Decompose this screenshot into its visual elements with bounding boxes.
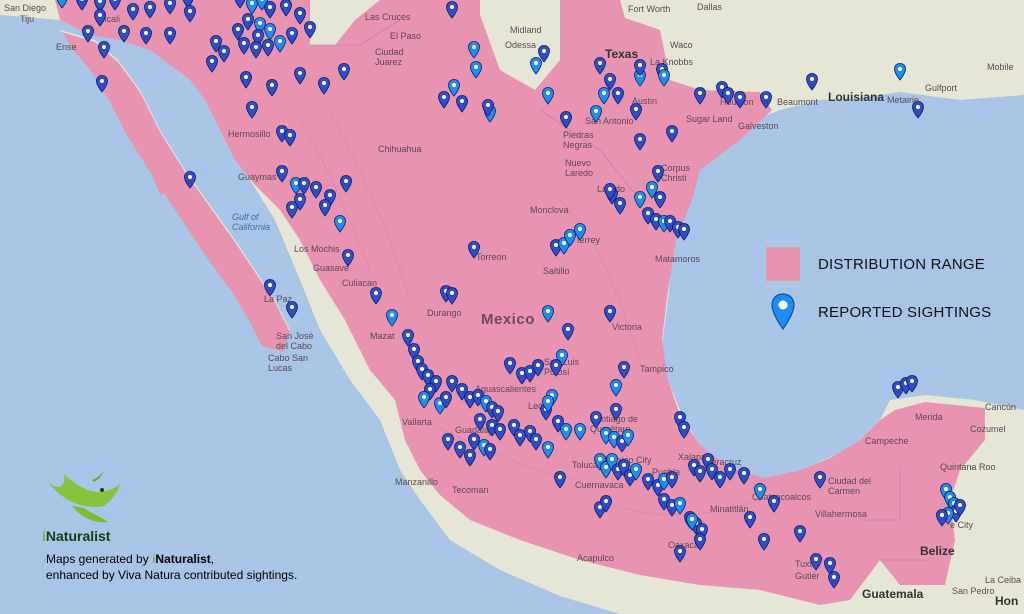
label-matamoros: Matamoros xyxy=(655,254,701,264)
label-ensenada: Ense xyxy=(56,42,77,52)
label-fort-worth: Fort Worth xyxy=(628,4,670,14)
label-texas: Texas xyxy=(605,47,638,61)
label-saltillo: Saltillo xyxy=(543,266,570,276)
label-chihuahua: Chihuahua xyxy=(378,144,422,154)
label-belize: Belize xyxy=(920,544,955,558)
label-guatemala: Guatemala xyxy=(862,587,924,601)
credit-brand: iNaturalist xyxy=(152,552,211,566)
label-gulf-of-california: Gulf of California xyxy=(232,212,270,232)
label-monclova: Monclova xyxy=(530,205,569,215)
map-view[interactable]: San Diego Tiju Ense exicali Las Cruces E… xyxy=(0,0,1024,614)
label-victoria: Victoria xyxy=(612,322,642,332)
label-san-pedro-sula: San Pedro xyxy=(952,586,995,596)
label-villahermosa: Villahermosa xyxy=(815,509,867,519)
label-galveston: Galveston xyxy=(738,121,779,131)
sighting-pin[interactable] xyxy=(678,223,690,241)
label-hermosillo: Hermosillo xyxy=(228,129,271,139)
map-legend: DISTRIBUTION RANGE REPORTED SIGHTINGS xyxy=(766,240,991,336)
label-torreon: Torreon xyxy=(476,252,507,262)
label-tijuana: Tiju xyxy=(20,14,34,24)
label-midland: Midland xyxy=(510,25,542,35)
label-nuevo-laredo: Nuevo Laredo xyxy=(565,158,593,178)
legend-label-distribution: DISTRIBUTION RANGE xyxy=(818,255,985,273)
brand-name: iNaturalist xyxy=(42,528,111,544)
label-acapulco: Acapulco xyxy=(577,553,614,563)
legend-row-sightings: REPORTED SIGHTINGS xyxy=(766,288,991,336)
bird-leaf-icon xyxy=(48,470,120,523)
credit-line-2: enhanced by Viva Natura contributed sigh… xyxy=(46,568,298,582)
label-gulfport: Gulfport xyxy=(925,83,958,93)
label-campeche: Campeche xyxy=(865,436,909,446)
label-cozumel: Cozumel xyxy=(970,424,1006,434)
label-quintana-roo: Quintana Roo xyxy=(940,462,996,472)
label-dallas: Dallas xyxy=(697,2,723,12)
label-minatitlan: Minatitlán xyxy=(710,504,749,514)
label-manzanillo: Manzanillo xyxy=(395,477,438,487)
credit-line-1: Maps generated by iNaturalist, xyxy=(46,552,215,566)
label-los-mochis: Los Mochis xyxy=(294,244,340,254)
label-guaymas: Guaymas xyxy=(238,172,277,182)
label-cancun: Cancún xyxy=(985,402,1016,412)
label-durango: Durango xyxy=(427,308,462,318)
legend-row-distribution: DISTRIBUTION RANGE xyxy=(766,240,991,288)
label-ciudad-juarez: Ciudad Juarez xyxy=(375,47,404,67)
label-belize-city: e City xyxy=(950,520,974,530)
label-puerto-vallarta: Vallarta xyxy=(402,417,432,427)
label-la-ceiba: La Ceiba xyxy=(985,575,1021,585)
label-sugar-land: Sugar Land xyxy=(686,114,733,124)
label-cabo-san-lucas: Cabo San Lucas xyxy=(268,353,308,373)
label-cuernavaca: Cuernavaca xyxy=(575,480,624,490)
label-toluca: Toluca xyxy=(572,460,598,470)
sighting-pin[interactable] xyxy=(286,301,298,319)
label-el-paso: El Paso xyxy=(390,31,421,41)
label-las-cruces: Las Cruces xyxy=(365,12,411,22)
label-mazatlan: Mazat xyxy=(370,331,395,341)
map-pin-icon xyxy=(766,293,800,331)
label-odessa: Odessa xyxy=(505,40,536,50)
label-tampico: Tampico xyxy=(640,364,674,374)
label-honduras: Hon xyxy=(995,594,1018,608)
label-tecoman: Tecoman xyxy=(452,485,489,495)
label-la-knobbs: La Knobbs xyxy=(650,57,694,67)
label-merida: Merida xyxy=(915,412,943,422)
label-culiacan: Culiacan xyxy=(342,278,377,288)
inaturalist-logo: iNaturalist xyxy=(42,470,122,544)
label-san-diego: San Diego xyxy=(4,3,46,13)
distribution-range-swatch xyxy=(766,247,800,281)
label-beaumont: Beaumont xyxy=(777,97,819,107)
label-mobile: Mobile xyxy=(987,62,1014,72)
credit-text: Maps generated by iNaturalist, enhanced … xyxy=(46,551,297,583)
land-gulf-texas-la xyxy=(700,0,1024,100)
label-aguascalientes: Aguascalientes xyxy=(475,384,537,394)
label-gutierrez: Gutiér xyxy=(795,571,820,581)
label-guasave: Guasave xyxy=(313,263,349,273)
label-piedras-negras: Piedras Negras xyxy=(563,130,594,150)
label-waco: Waco xyxy=(670,40,693,50)
label-corpus-christi: Corpus Christi xyxy=(661,163,691,183)
legend-label-sightings: REPORTED SIGHTINGS xyxy=(818,303,992,321)
label-mexico: Mexico xyxy=(481,311,535,328)
label-san-jose-del-cabo: San José del Cabo xyxy=(276,331,314,351)
label-louisiana: Louisiana xyxy=(828,90,884,104)
sighting-pin[interactable] xyxy=(912,101,924,119)
